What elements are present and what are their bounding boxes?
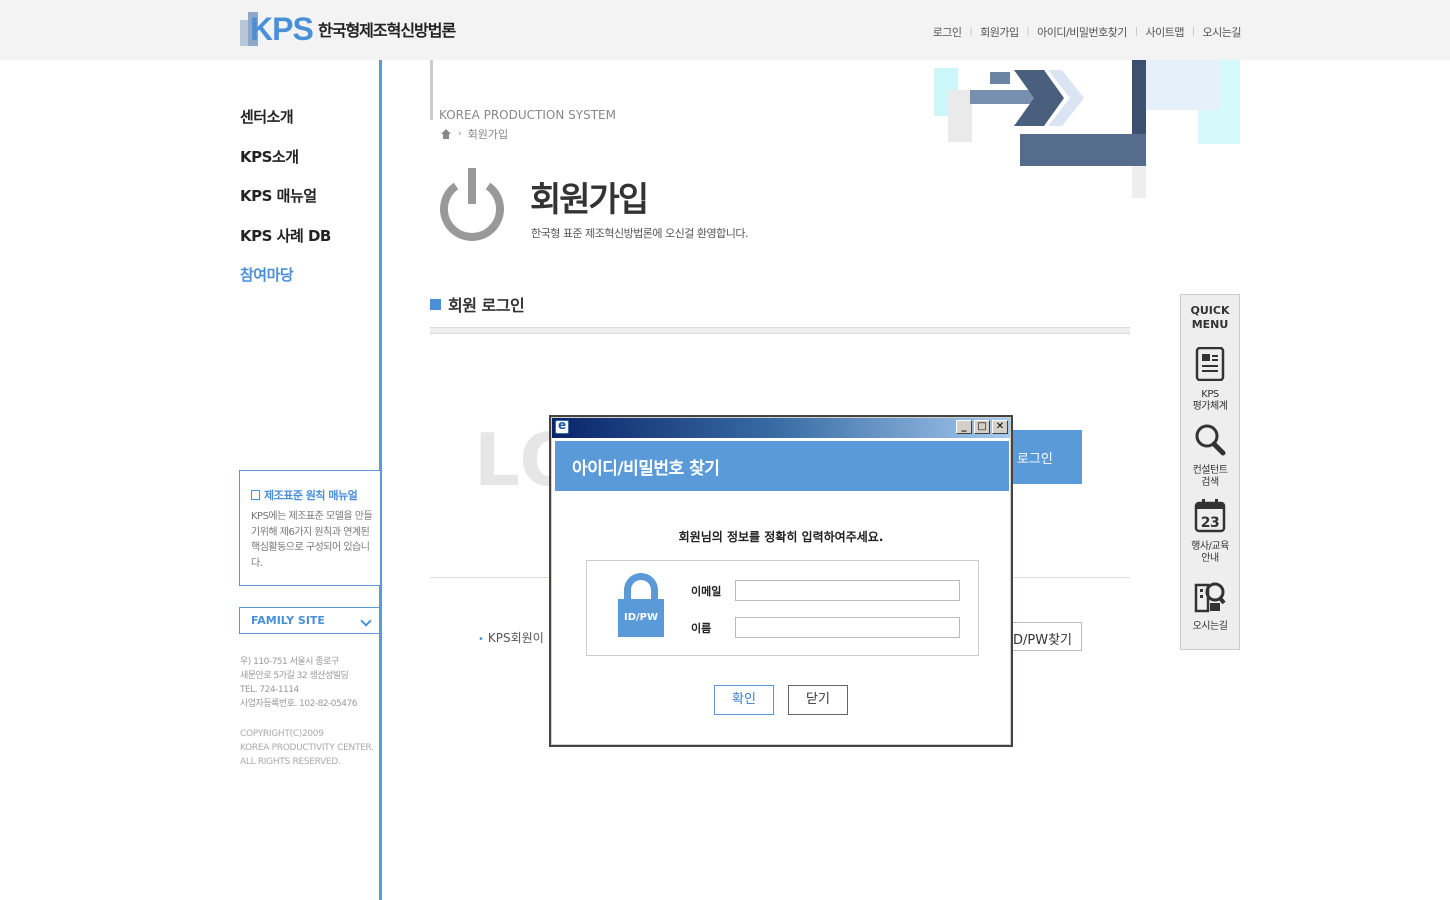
email-field[interactable] bbox=[735, 580, 960, 601]
lock-icon: ID/PW bbox=[615, 573, 667, 637]
popup-header: 아이디/비밀번호 찾기 bbox=[555, 441, 1009, 491]
bullet-square-icon bbox=[430, 298, 441, 310]
manual-banner-title: 제조표준 원칙 매뉴얼 bbox=[251, 487, 380, 503]
sidebar-item-kps-intro[interactable]: KPS소개 bbox=[240, 146, 331, 186]
top-nav-sitemap[interactable]: 사이트맵 bbox=[1145, 24, 1184, 40]
copyright-line: ALL RIGHTS RESERVED. bbox=[240, 757, 341, 767]
top-nav-directions[interactable]: 오시는길 bbox=[1203, 24, 1242, 40]
quick-item-label: 평가체계 bbox=[1192, 401, 1228, 412]
maximize-button[interactable]: □ bbox=[974, 420, 990, 434]
popup-form: ID/PW 이메일 이름 bbox=[586, 560, 979, 656]
copyright-line: COPYRIGHT(C)2009 bbox=[240, 729, 324, 739]
address-block: 우) 110-751 서울시 종로구 새문안로 5가길 32 생산성빌딩 TEL… bbox=[240, 655, 357, 711]
address-line: 새문안로 5가길 32 생산성빌딩 bbox=[240, 671, 349, 681]
copyright-line: KOREA PRODUCTIVITY CENTER. bbox=[240, 743, 374, 753]
calendar-icon: 23 bbox=[1194, 499, 1226, 533]
nav-separator: | bbox=[1134, 27, 1138, 37]
member-note: KPS회원이 bbox=[478, 629, 544, 646]
top-nav-join[interactable]: 회원가입 bbox=[980, 24, 1019, 40]
login-button[interactable]: 로그인 bbox=[1008, 430, 1082, 484]
book-icon bbox=[251, 490, 260, 500]
quick-item-directions[interactable]: 오시는길 bbox=[1181, 579, 1239, 633]
manual-title-text: 제조표준 원칙 매뉴얼 bbox=[264, 489, 358, 502]
address-line: TEL. 724-1114 bbox=[240, 685, 299, 695]
breadcrumb: › 회원가입 bbox=[440, 126, 508, 142]
quick-item-label: 컨설턴트 bbox=[1192, 465, 1228, 476]
quick-menu-title: QUICK MENU bbox=[1181, 304, 1239, 332]
address-line: 우) 110-751 서울시 종로구 bbox=[240, 657, 339, 667]
sidebar-item-kps-case-db[interactable]: KPS 사례 DB bbox=[240, 225, 331, 265]
sidebar-nav: 센터소개 KPS소개 KPS 매뉴얼 KPS 사례 DB 참여마당 bbox=[240, 106, 331, 304]
site-name: 한국형제조혁신방법론 bbox=[318, 21, 456, 40]
breadcrumb-current: 회원가입 bbox=[467, 128, 509, 141]
quick-menu: QUICK MENU KPS 평가체계 컨설턴트 검색 23 행사/교육 안내 bbox=[1180, 294, 1240, 650]
section-title-text: 회원 로그인 bbox=[448, 296, 525, 315]
page-subtitle: 한국형 표준 제조혁신방법론에 오신걸 환영합니다. bbox=[531, 227, 749, 240]
sidebar-item-kps-manual[interactable]: KPS 매뉴얼 bbox=[240, 185, 331, 225]
sidebar-item-participation[interactable]: 참여마당 bbox=[240, 264, 331, 304]
confirm-button[interactable]: 확인 bbox=[714, 685, 774, 715]
building-map-icon bbox=[1194, 582, 1226, 613]
quick-item-consultant[interactable]: 컨설턴트 검색 bbox=[1181, 423, 1239, 489]
quick-title-line: MENU bbox=[1191, 318, 1229, 331]
quick-item-evaluation[interactable]: KPS 평가체계 bbox=[1181, 346, 1239, 413]
top-nav-find-idpw[interactable]: 아이디/비밀번호찾기 bbox=[1037, 24, 1127, 40]
address-line: 사업자등록번호. 102-82-05476 bbox=[240, 699, 357, 709]
find-idpw-button[interactable]: D/PW찾기 bbox=[1008, 622, 1082, 651]
section-bar bbox=[430, 327, 1130, 334]
nav-separator: | bbox=[1191, 27, 1195, 37]
name-field[interactable] bbox=[735, 617, 960, 638]
svg-text:23: 23 bbox=[1201, 515, 1219, 531]
quick-item-label: KPS bbox=[1201, 389, 1219, 400]
quick-title-line: QUICK bbox=[1190, 304, 1230, 317]
quick-item-label: 안내 bbox=[1201, 553, 1219, 564]
browser-icon bbox=[555, 418, 569, 434]
site-logo[interactable]: KPS 한국형제조혁신방법론 bbox=[240, 10, 456, 48]
quick-item-label: 행사/교육 bbox=[1191, 541, 1229, 552]
section-title: 회원 로그인 bbox=[430, 292, 525, 316]
top-header: KPS 한국형제조혁신방법론 로그인 | 회원가입 | 아이디/비밀번호찾기 |… bbox=[0, 0, 1450, 60]
popup-titlebar[interactable]: _ □ ✕ bbox=[552, 418, 1010, 438]
family-site-select[interactable]: FAMILY SITE bbox=[239, 607, 380, 634]
copyright-block: COPYRIGHT(C)2009 KOREA PRODUCTIVITY CENT… bbox=[240, 727, 374, 769]
nav-separator: | bbox=[969, 27, 973, 37]
name-row: 이름 bbox=[691, 617, 960, 638]
email-label: 이메일 bbox=[691, 584, 722, 598]
name-label: 이름 bbox=[691, 621, 712, 635]
quick-item-events[interactable]: 23 행사/교육 안내 bbox=[1181, 499, 1239, 565]
top-nav-login[interactable]: 로그인 bbox=[933, 24, 962, 40]
nav-separator: | bbox=[1026, 27, 1030, 37]
chevron-down-icon bbox=[360, 615, 372, 627]
family-site-label: FAMILY SITE bbox=[251, 614, 325, 627]
popup-message: 회원님의 정보를 정확히 입력하여주세요. bbox=[678, 530, 884, 544]
kps-english-title: KOREA PRODUCTION SYSTEM bbox=[439, 108, 616, 122]
sidebar-item-center[interactable]: 센터소개 bbox=[240, 106, 331, 146]
breadcrumb-arrow-icon: › bbox=[458, 129, 462, 139]
manual-banner[interactable]: 제조표준 원칙 매뉴얼 KPS에는 제조표준 모델을 만들기위해 제6가지 원칙… bbox=[239, 470, 380, 586]
top-nav: 로그인 | 회원가입 | 아이디/비밀번호찾기 | 사이트맵 | 오시는길 bbox=[933, 24, 1242, 40]
kps-logo-mark: KPS bbox=[240, 10, 314, 48]
lock-label: ID/PW bbox=[618, 599, 664, 637]
title-accent-line bbox=[430, 60, 433, 120]
power-icon bbox=[440, 168, 504, 241]
home-icon[interactable] bbox=[440, 128, 452, 140]
minimize-button[interactable]: _ bbox=[956, 420, 972, 434]
quick-item-label: 검색 bbox=[1201, 477, 1219, 488]
magnifier-icon bbox=[1195, 424, 1226, 456]
header-graphic bbox=[934, 60, 1240, 198]
email-row: 이메일 bbox=[691, 580, 960, 601]
find-idpw-popup: _ □ ✕ 아이디/비밀번호 찾기 회원님의 정보를 정확히 입력하여주세요. … bbox=[549, 415, 1013, 747]
manual-banner-desc: KPS에는 제조표준 모델을 만들기위해 제6가지 원칙과 연계된 핵심활동으로… bbox=[251, 511, 373, 569]
document-icon bbox=[1195, 346, 1225, 382]
page-title: 회원가입 bbox=[530, 180, 649, 220]
close-window-button[interactable]: ✕ bbox=[992, 420, 1008, 434]
logo-text: KPS bbox=[250, 11, 314, 47]
close-button[interactable]: 닫기 bbox=[788, 685, 848, 715]
quick-item-label: 오시는길 bbox=[1192, 621, 1228, 632]
